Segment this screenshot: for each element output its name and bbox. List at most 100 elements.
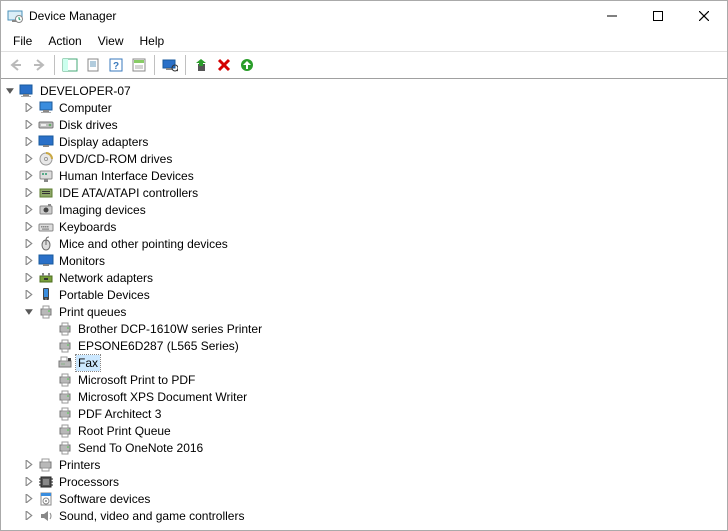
tree-category-label[interactable]: Human Interface Devices — [57, 168, 196, 184]
menu-view[interactable]: View — [90, 32, 132, 50]
tree-category-label[interactable]: Sound, video and game controllers — [57, 508, 246, 524]
tree-category-label[interactable]: DVD/CD-ROM drives — [57, 151, 174, 167]
chevron-right-icon[interactable] — [22, 253, 37, 268]
tree-device-label[interactable]: Send To OneNote 2016 — [76, 440, 205, 456]
tree-device-row[interactable]: Fax — [41, 354, 727, 371]
action-button[interactable] — [128, 54, 150, 76]
tree-category-row[interactable]: Network adapters — [22, 269, 727, 286]
monitor-icon — [38, 253, 54, 269]
keyboard-icon — [38, 219, 54, 235]
tree-device-row[interactable]: EPSONE6D287 (L565 Series) — [41, 337, 727, 354]
toolbar-separator — [54, 55, 55, 75]
tree-category-row[interactable]: Computer — [22, 99, 727, 116]
tree-category-label[interactable]: Monitors — [57, 253, 107, 269]
nav-forward-button[interactable] — [28, 54, 50, 76]
tree-device-row[interactable]: PDF Architect 3 — [41, 405, 727, 422]
menu-file[interactable]: File — [5, 32, 40, 50]
scan-hardware-button[interactable] — [159, 54, 181, 76]
tree-category-label[interactable]: Display adapters — [57, 134, 150, 150]
menu-action[interactable]: Action — [40, 32, 89, 50]
minimize-button[interactable] — [589, 1, 635, 31]
expander-spacer — [41, 321, 56, 336]
device-tree-panel[interactable]: DEVELOPER-07ComputerDisk drivesDisplay a… — [1, 79, 727, 530]
tree-category-label[interactable]: Portable Devices — [57, 287, 152, 303]
chevron-right-icon[interactable] — [22, 168, 37, 183]
help-button[interactable]: ? — [105, 54, 127, 76]
chevron-right-icon[interactable] — [22, 219, 37, 234]
tree-category-label[interactable]: Mice and other pointing devices — [57, 236, 230, 252]
nav-back-button[interactable] — [5, 54, 27, 76]
tree-device-row[interactable]: Microsoft XPS Document Writer — [41, 388, 727, 405]
tree-category-label[interactable]: Network adapters — [57, 270, 155, 286]
tree-category-row[interactable]: DVD/CD-ROM drives — [22, 150, 727, 167]
tree-device-row[interactable]: Root Print Queue — [41, 422, 727, 439]
tree-category-row[interactable]: Imaging devices — [22, 201, 727, 218]
tree-device-label[interactable]: Microsoft XPS Document Writer — [76, 389, 249, 405]
tree-device-row[interactable]: Microsoft Print to PDF — [41, 371, 727, 388]
tree-device-label[interactable]: EPSONE6D287 (L565 Series) — [76, 338, 241, 354]
tree-device-label[interactable]: PDF Architect 3 — [76, 406, 163, 422]
chevron-right-icon[interactable] — [22, 151, 37, 166]
tree-category-row[interactable]: Display adapters — [22, 133, 727, 150]
show-hide-console-button[interactable] — [59, 54, 81, 76]
tree-category-label[interactable]: Printers — [57, 457, 102, 473]
close-button[interactable] — [681, 1, 727, 31]
tree-category-row[interactable]: Disk drives — [22, 116, 727, 133]
tree-category-label[interactable]: Software devices — [57, 491, 152, 507]
imaging-icon — [38, 202, 54, 218]
tree-category-row[interactable]: Software devices — [22, 490, 727, 507]
tree-category-row[interactable]: Mice and other pointing devices — [22, 235, 727, 252]
chevron-right-icon[interactable] — [22, 100, 37, 115]
chevron-right-icon[interactable] — [22, 508, 37, 523]
chevron-right-icon[interactable] — [22, 457, 37, 472]
chevron-down-icon[interactable] — [22, 304, 37, 319]
chevron-right-icon[interactable] — [22, 117, 37, 132]
chevron-down-icon[interactable] — [3, 83, 18, 98]
chevron-right-icon[interactable] — [22, 202, 37, 217]
tree-category-label[interactable]: IDE ATA/ATAPI controllers — [57, 185, 200, 201]
tree-category-label[interactable]: Print queues — [57, 304, 128, 320]
ide-icon — [38, 185, 54, 201]
chevron-right-icon[interactable] — [22, 185, 37, 200]
enable-device-button[interactable] — [236, 54, 258, 76]
printers-cat-icon — [38, 457, 54, 473]
tree-category-row[interactable]: Monitors — [22, 252, 727, 269]
chevron-right-icon[interactable] — [22, 270, 37, 285]
tree-category-row[interactable]: Sound, video and game controllers — [22, 507, 727, 524]
chevron-right-icon[interactable] — [22, 287, 37, 302]
tree-device-row[interactable]: Brother DCP-1610W series Printer — [41, 320, 727, 337]
chevron-right-icon[interactable] — [22, 236, 37, 251]
menu-help[interactable]: Help — [132, 32, 173, 50]
tree-root-row[interactable]: DEVELOPER-07 — [3, 82, 727, 99]
expander-spacer — [41, 406, 56, 421]
tree-device-label[interactable]: Root Print Queue — [76, 423, 173, 439]
properties-button[interactable] — [82, 54, 104, 76]
tree-category-row[interactable]: Print queues — [22, 303, 727, 320]
tree-category-row[interactable]: Portable Devices — [22, 286, 727, 303]
update-driver-button[interactable] — [190, 54, 212, 76]
menubar: File Action View Help — [1, 31, 727, 51]
printer-icon — [57, 372, 73, 388]
tree-device-label[interactable]: Brother DCP-1610W series Printer — [76, 321, 264, 337]
chevron-right-icon[interactable] — [22, 474, 37, 489]
chevron-right-icon[interactable] — [22, 491, 37, 506]
svg-text:?: ? — [113, 61, 119, 72]
maximize-button[interactable] — [635, 1, 681, 31]
tree-root-label[interactable]: DEVELOPER-07 — [38, 83, 133, 99]
tree-category-row[interactable]: IDE ATA/ATAPI controllers — [22, 184, 727, 201]
tree-category-row[interactable]: Keyboards — [22, 218, 727, 235]
tree-category-label[interactable]: Disk drives — [57, 117, 120, 133]
uninstall-device-button[interactable] — [213, 54, 235, 76]
tree-category-label[interactable]: Imaging devices — [57, 202, 148, 218]
tree-category-row[interactable]: Human Interface Devices — [22, 167, 727, 184]
tree-category-label[interactable]: Processors — [57, 474, 121, 490]
tree-device-label[interactable]: Microsoft Print to PDF — [76, 372, 197, 388]
tree-device-row[interactable]: Send To OneNote 2016 — [41, 439, 727, 456]
tree-category-row[interactable]: Processors — [22, 473, 727, 490]
expander-spacer — [41, 440, 56, 455]
tree-category-label[interactable]: Keyboards — [57, 219, 118, 235]
tree-device-label[interactable]: Fax — [76, 355, 100, 371]
tree-category-label[interactable]: Computer — [57, 100, 114, 116]
tree-category-row[interactable]: Printers — [22, 456, 727, 473]
chevron-right-icon[interactable] — [22, 134, 37, 149]
